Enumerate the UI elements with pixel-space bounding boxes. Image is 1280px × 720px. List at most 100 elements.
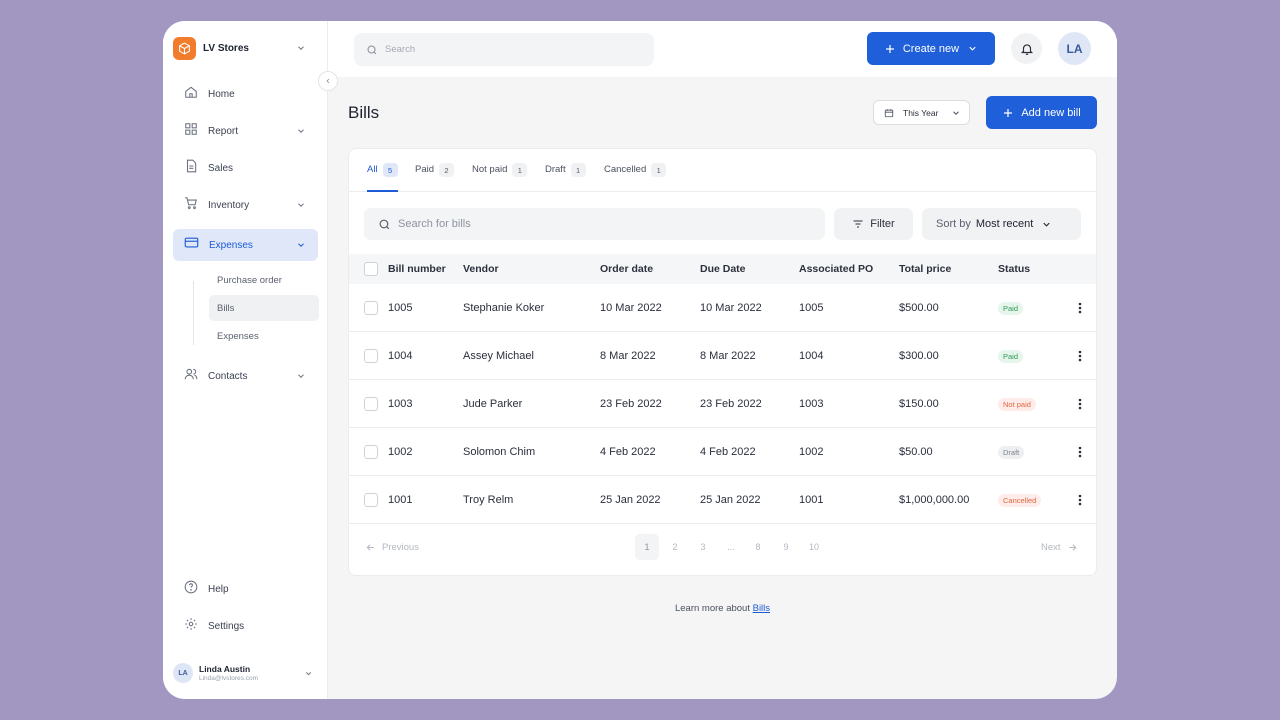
brand-switcher[interactable]: LV Stores — [173, 36, 318, 60]
more-vertical-icon[interactable] — [1074, 397, 1086, 411]
tab-count-badge: 1 — [570, 163, 586, 177]
sidebar-item-contacts[interactable]: Contacts — [173, 360, 318, 392]
sidebar-item-report[interactable]: Report — [173, 115, 318, 147]
more-vertical-icon[interactable] — [1074, 445, 1086, 459]
cell-associated-po: 1003 — [799, 398, 824, 410]
cell-order-date: 8 Mar 2022 — [600, 350, 656, 362]
tab-count-badge: 5 — [382, 163, 398, 177]
column-header[interactable]: Order date — [600, 254, 653, 284]
arrow-right-icon — [1068, 544, 1076, 551]
avatar[interactable]: LA — [1058, 32, 1091, 65]
cell-order-date: 4 Feb 2022 — [600, 446, 656, 458]
column-header[interactable]: Bill number — [388, 254, 446, 284]
home-icon — [184, 85, 198, 104]
pagination: Previous 1 2 3 ... 8 9 10 Next — [349, 534, 1096, 564]
grid-icon — [184, 122, 198, 141]
select-all-checkbox[interactable] — [364, 262, 378, 276]
tab-cancelled[interactable]: Cancelled 1 — [604, 163, 667, 192]
tab-not-paid[interactable]: Not paid 1 — [472, 163, 528, 192]
page-number[interactable]: 9 — [774, 534, 798, 560]
column-header[interactable]: Associated PO — [799, 254, 873, 284]
status-badge: Draft — [998, 445, 1025, 459]
cell-due-date: 23 Feb 2022 — [700, 398, 762, 410]
cell-vendor: Jude Parker — [463, 398, 523, 410]
search-input[interactable]: Search — [354, 33, 654, 66]
table-row[interactable]: 1002 Solomon Chim 4 Feb 2022 4 Feb 2022 1002… — [349, 428, 1096, 476]
learn-more-link[interactable]: Bills — [753, 603, 770, 614]
table-row[interactable]: 1005 Stephanie Koker 10 Mar 2022 10 Mar 202… — [349, 284, 1096, 332]
column-header[interactable]: Total price — [899, 254, 951, 284]
app-window: LV Stores Home Report Sales Inventory Ex… — [163, 21, 1117, 699]
table-row[interactable]: 1001 Troy Relm 25 Jan 2022 25 Jan 2022 1001 $… — [349, 476, 1096, 524]
notifications-button[interactable] — [1011, 33, 1042, 64]
next-page-button[interactable]: Next — [1041, 542, 1078, 553]
column-header[interactable]: Due Date — [700, 254, 746, 284]
sort-select[interactable]: Sort by Most recent — [922, 208, 1081, 240]
row-checkbox[interactable] — [364, 493, 378, 507]
chevron-down-icon — [296, 126, 306, 136]
cell-status: Draft — [998, 428, 1025, 476]
top-bar: Search Create new LA — [328, 21, 1117, 77]
row-checkbox[interactable] — [364, 349, 378, 363]
column-header[interactable]: Status — [998, 254, 1030, 284]
sidebar-item-help[interactable]: Help — [173, 573, 318, 605]
subnav-item-purchase-order[interactable]: Purchase order — [209, 267, 319, 293]
add-new-bill-button[interactable]: Add new bill — [986, 96, 1097, 129]
table-row[interactable]: 1003 Jude Parker 23 Feb 2022 23 Feb 2022 100… — [349, 380, 1096, 428]
sidebar-item-settings[interactable]: Settings — [173, 610, 318, 642]
cell-order-date: 23 Feb 2022 — [600, 398, 662, 410]
tab-draft[interactable]: Draft 1 — [545, 163, 586, 192]
sidebar-item-sales[interactable]: Sales — [173, 152, 318, 184]
page-number[interactable]: 1 — [635, 534, 659, 560]
row-checkbox[interactable] — [364, 445, 378, 459]
previous-page-button[interactable]: Previous — [365, 542, 419, 553]
period-label: This Year — [903, 107, 939, 118]
sidebar-item-label: Contacts — [208, 370, 248, 382]
page-number[interactable]: 8 — [746, 534, 770, 560]
chevron-down-icon — [953, 110, 959, 115]
gear-icon — [184, 617, 198, 636]
row-checkbox[interactable] — [364, 301, 378, 315]
user-name: Linda Austin — [199, 664, 251, 674]
page-number[interactable]: 3 — [691, 534, 715, 560]
more-vertical-icon[interactable] — [1074, 349, 1086, 363]
filter-button[interactable]: Filter — [834, 208, 913, 240]
cell-bill-number: 1001 — [388, 494, 413, 506]
arrow-left-icon — [366, 544, 374, 551]
bell-icon — [1020, 43, 1033, 55]
search-placeholder: Search — [385, 44, 416, 55]
column-header[interactable]: Vendor — [463, 254, 499, 284]
more-vertical-icon[interactable] — [1074, 493, 1086, 507]
plus-icon — [885, 44, 894, 53]
period-select[interactable]: This Year — [873, 100, 970, 125]
collapse-sidebar-button[interactable] — [318, 71, 338, 91]
table-row[interactable]: 1004 Assey Michael 8 Mar 2022 8 Mar 2022 100… — [349, 332, 1096, 380]
cell-total-price: $500.00 — [899, 302, 939, 314]
subnav-item-bills[interactable]: Bills — [209, 295, 319, 321]
page-number[interactable]: 10 — [802, 534, 826, 560]
cart-icon — [184, 196, 198, 215]
cell-due-date: 8 Mar 2022 — [700, 350, 756, 362]
tab-label: Paid — [415, 164, 435, 175]
sidebar-item-home[interactable]: Home — [173, 78, 318, 110]
tab-paid[interactable]: Paid 2 — [415, 163, 455, 192]
cell-vendor: Stephanie Koker — [463, 302, 545, 314]
page-number[interactable]: 2 — [663, 534, 687, 560]
filter-icon — [853, 220, 863, 228]
sidebar-item-inventory[interactable]: Inventory — [173, 189, 318, 221]
tab-all[interactable]: All 5 — [367, 163, 398, 192]
subnav-item-expenses[interactable]: Expenses — [209, 323, 319, 349]
table-header: Bill number Vendor Order date Due Date A… — [349, 254, 1096, 284]
cell-status: Paid — [998, 284, 1024, 332]
sidebar-item-expenses[interactable]: Expenses — [173, 229, 318, 261]
create-new-button[interactable]: Create new — [867, 32, 995, 65]
cell-vendor: Troy Relm — [463, 494, 514, 506]
row-checkbox[interactable] — [364, 397, 378, 411]
user-menu[interactable]: LA Linda Austin Linda@lvstores.com — [173, 662, 318, 684]
status-tabs: All 5 Paid 2 Not paid 1 Draft 1 Cancelle… — [349, 149, 1096, 192]
sidebar-item-label: Settings — [208, 620, 245, 632]
more-vertical-icon[interactable] — [1074, 301, 1086, 315]
help-circle-icon — [184, 580, 198, 599]
cell-associated-po: 1001 — [799, 494, 824, 506]
bills-search-input[interactable]: Search for bills — [364, 208, 825, 240]
